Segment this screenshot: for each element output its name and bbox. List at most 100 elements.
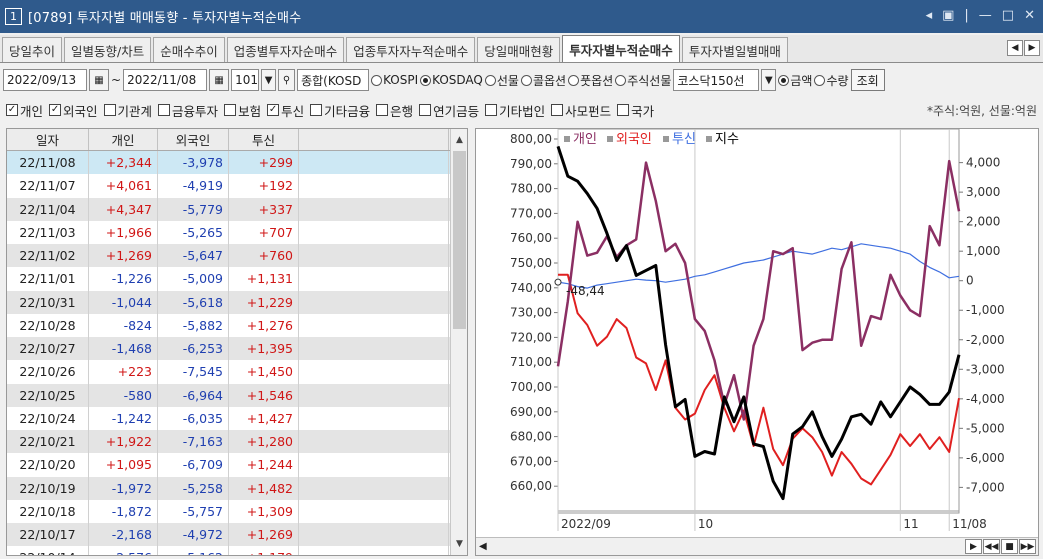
table-row[interactable]: 22/11/07 +4,061 -4,919 +192 — [7, 174, 467, 198]
table-row[interactable]: 22/11/02 +1,269 -5,647 +760 — [7, 244, 467, 268]
maximize-icon[interactable]: □ — [1002, 8, 1014, 23]
right-tick-label: -5,000 — [966, 421, 1005, 435]
left-tick-label: 680,00 — [510, 430, 552, 444]
table-row[interactable]: 22/10/19 -1,972 -5,258 +1,482 — [7, 476, 467, 500]
cell-foreign: -5,779 — [158, 197, 229, 221]
table-row[interactable]: 22/10/14-2,576-5,162+1,179 — [7, 546, 467, 555]
search-icon[interactable]: ⚲ — [278, 69, 296, 91]
close-icon[interactable]: ✕ — [1024, 8, 1035, 23]
fast-forward-icon[interactable]: ▶▶ — [1019, 539, 1036, 554]
table-row[interactable]: 22/10/17 -2,168 -4,972 +1,269 — [7, 523, 467, 547]
checkbox-foreign[interactable]: ✓ 외국인 — [49, 101, 98, 120]
tab-next-icon[interactable]: ▶ — [1024, 40, 1040, 56]
cell-individual: -1,242 — [89, 406, 158, 430]
radio-futures[interactable]: 선물 — [484, 72, 519, 89]
radio-label: 금액 — [790, 73, 813, 88]
radio-kosdaq[interactable]: KOSDAQ — [420, 73, 483, 87]
table-row[interactable]: 22/10/25 -580 -6,964 +1,546 — [7, 383, 467, 407]
calendar-icon[interactable]: ▦ — [89, 69, 109, 91]
scroll-down-icon[interactable]: ▼ — [451, 535, 467, 553]
table-row[interactable]: 22/10/31 -1,044 -5,618 +1,229 — [7, 290, 467, 314]
radio-kospi[interactable]: KOSPI — [371, 73, 418, 87]
checkbox-nation[interactable]: 국가 — [617, 101, 654, 120]
radio-call[interactable]: 콜옵션 — [520, 72, 566, 89]
table-row[interactable]: 22/10/20 +1,095 -6,709 +1,244 — [7, 453, 467, 477]
window-list-icon[interactable]: ▣ — [942, 8, 954, 23]
table-row[interactable]: 22/10/24 -1,242 -6,035 +1,427 — [7, 406, 467, 430]
cell-foreign: -5,618 — [158, 290, 229, 314]
table-row[interactable]: 22/11/08 +2,344 -3,978 +299 — [7, 151, 467, 175]
table-row[interactable]: 22/10/18 -1,872 -5,757 +1,309 — [7, 499, 467, 523]
tab-sector-investor[interactable]: 업종별투자자순매수 — [226, 37, 345, 62]
search-button[interactable]: 조회 — [850, 69, 885, 91]
checkbox-financial[interactable]: 금융투자 — [158, 101, 218, 120]
vertical-scrollbar[interactable]: ▲ ▼ — [450, 129, 467, 555]
cell-date: 22/11/04 — [7, 197, 89, 221]
checkbox-insurance[interactable]: 보험 — [224, 101, 261, 120]
date-to-input[interactable]: 2022/11/08 — [123, 69, 208, 91]
table-row[interactable]: 22/10/27 -1,468 -6,253 +1,395 — [7, 337, 467, 361]
tab-today-status[interactable]: 당일매매현황 — [477, 37, 561, 62]
checkbox-label: 국가 — [631, 103, 655, 119]
minimize-icon[interactable]: — — [979, 8, 992, 23]
cell-foreign: -5,882 — [158, 313, 229, 337]
checkbox-other-corp[interactable]: 기타법인 — [485, 101, 545, 120]
checkbox-individual[interactable]: ✓ 개인 — [6, 101, 43, 120]
table-row[interactable]: 22/10/28 -824 -5,882 +1,276 — [7, 313, 467, 337]
header-individual[interactable]: 개인 — [89, 129, 158, 150]
table-row[interactable]: 22/11/04 +4,347 -5,779 +337 — [7, 197, 467, 221]
checkbox-bank[interactable]: 은행 — [376, 101, 413, 120]
cell-date: 22/10/18 — [7, 499, 89, 523]
play-icon[interactable]: ▶ — [965, 539, 982, 554]
checkbox-trust[interactable]: ✓ 투신 — [267, 101, 304, 120]
index-select[interactable]: 코스닥150선 — [673, 69, 760, 91]
tab-prev-icon[interactable]: ◀ — [1007, 40, 1023, 56]
checkbox-other-finance[interactable]: 기타금융 — [310, 101, 370, 120]
table-row[interactable]: 22/11/01 -1,226 -5,009 +1,131 — [7, 267, 467, 291]
investor-table: 일자 개인 외국인 투신 22/11/08 +2,344 -3,978 +299 22/… — [6, 128, 468, 556]
cell-individual: +2,344 — [89, 151, 158, 175]
radio-put[interactable]: 풋옵션 — [568, 72, 613, 89]
tab-daily-trend[interactable]: 당일추이 — [2, 37, 63, 62]
calendar-icon[interactable]: ▦ — [209, 69, 230, 91]
scroll-thumb[interactable] — [453, 151, 466, 329]
header-trust[interactable]: 투신 — [229, 129, 299, 150]
cell-individual: +4,347 — [89, 197, 158, 221]
tab-investor-daily[interactable]: 투자자별일별매매 — [681, 37, 788, 62]
scroll-up-icon[interactable]: ▲ — [451, 131, 467, 149]
chevron-down-icon[interactable]: ▼ — [261, 69, 277, 91]
table-row[interactable]: 22/11/03 +1,966 -5,265 +707 — [7, 220, 467, 244]
tab-net-buy-trend[interactable]: 순매수추이 — [153, 37, 225, 62]
horizontal-scrollbar[interactable]: ◀ ▶ ◀◀ ■ ▶▶ — [476, 537, 1038, 555]
table-row[interactable]: 22/10/26 +223 -7,545 +1,450 — [7, 360, 467, 384]
market-select[interactable]: 종합(KOSD — [297, 69, 370, 91]
radio-quantity[interactable]: 수량 — [814, 72, 849, 89]
radio-amount[interactable]: 금액 — [778, 72, 812, 89]
right-tick-label: 4,000 — [966, 156, 1000, 170]
title-bar: 1 [0789] 투자자별 매매동향 - 투자자별누적순매수 ◂ ▣ | — □… — [0, 0, 1043, 33]
cell-empty — [299, 197, 449, 221]
window-number-badge[interactable]: 1 — [5, 8, 22, 25]
checkbox-institution[interactable]: 기관계 — [103, 101, 152, 120]
date-from-input[interactable]: 2022/09/13 — [3, 69, 87, 91]
tab-scroll: ◀ ▶ — [1007, 40, 1040, 56]
scroll-left-icon[interactable]: ◀ — [479, 541, 487, 552]
checkbox-private-fund[interactable]: 사모펀드 — [551, 101, 611, 120]
rewind-icon[interactable]: ◀◀ — [983, 539, 1000, 554]
header-foreign[interactable]: 외국인 — [158, 129, 229, 150]
radio-stock-futures[interactable]: 주식선물 — [615, 72, 671, 89]
chevron-down-icon[interactable]: ▼ — [761, 69, 777, 91]
table-row[interactable]: 22/10/21 +1,922 -7,163 +1,280 — [7, 430, 467, 454]
chart-panel: 800,00 790,00 780,00 770,00 760,00 750,00 740,… — [475, 128, 1039, 556]
checkbox-empty — [376, 104, 389, 116]
arrow-left-icon[interactable]: ◂ — [926, 8, 933, 23]
tab-sector-cumulative[interactable]: 업종투자자누적순매수 — [346, 37, 476, 62]
code-select[interactable]: 101 — [231, 69, 260, 91]
tab-investor-cumulative[interactable]: 투자자별누적순매수 — [562, 35, 680, 62]
tab-daily-chart[interactable]: 일별동향/차트 — [64, 37, 152, 62]
left-tick-label: 750,00 — [510, 256, 552, 270]
checkbox-pension[interactable]: 연기금등 — [419, 101, 479, 120]
header-date[interactable]: 일자 — [7, 129, 89, 150]
radio-dot — [814, 74, 826, 86]
stop-icon[interactable]: ■ — [1001, 539, 1018, 554]
